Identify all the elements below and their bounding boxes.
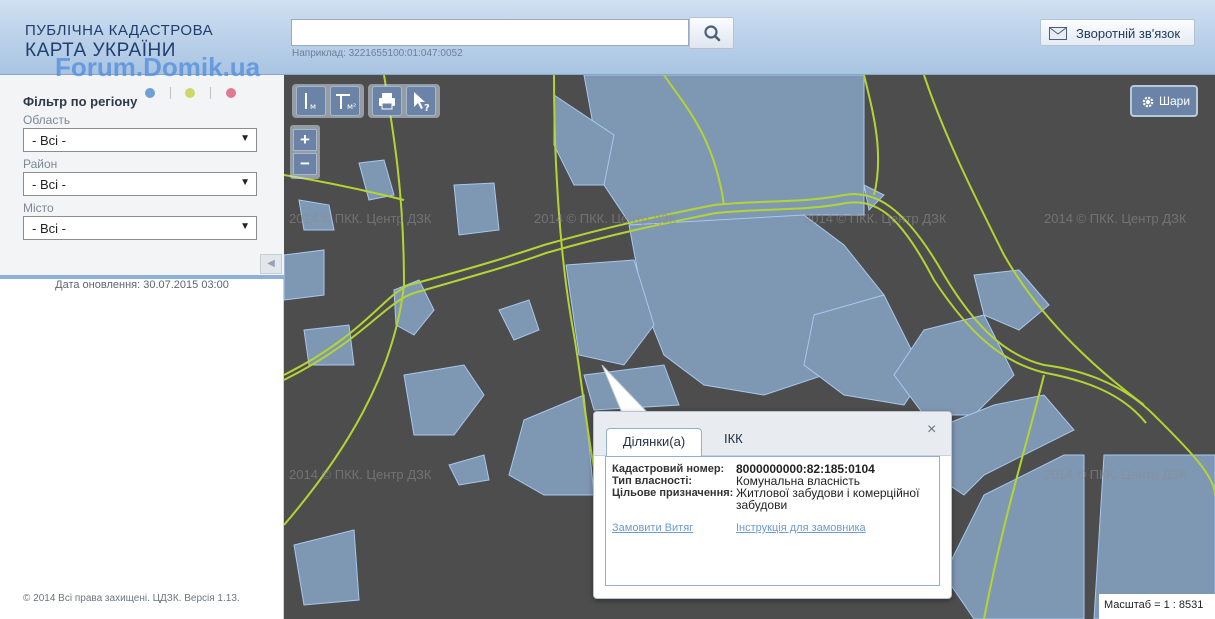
zoom-in-button[interactable]: + [293,129,317,151]
city-label: Місто [23,201,54,215]
city-select-value: - Всі - [32,221,66,236]
sidebar: Фільтр по регіону Область - Всі - ▼ Райо… [0,75,284,619]
search-button[interactable] [689,17,734,49]
zoom-out-button[interactable]: − [293,153,317,175]
separator [170,87,171,99]
order-extract-link[interactable]: Замовити Витяг [612,522,693,534]
attr-value-purpose: Житлової забудови і комерційної забудови [736,486,920,512]
dropdown-arrow-icon: ▼ [240,133,250,144]
update-date: Дата оновлення: 30.07.2015 03:00 [55,279,229,291]
parcel [284,249,325,301]
svg-text:?: ? [424,103,430,114]
district-label: Район [23,157,58,171]
tile-watermark: 2014 © ПКК. Центр ДЗК [289,467,432,482]
region-select-value: - Всі - [32,133,66,148]
region-label: Область [23,113,71,127]
parcel [403,364,485,436]
logo-title-line1[interactable]: ПУБЛІЧНА КАДАСТРОВА [25,22,213,39]
region-filter-panel: Фільтр по регіону Область - Всі - ▼ Райо… [0,75,284,279]
parcel-attributes: Кадастровий номер: 8000000000:82:185:010… [605,456,940,586]
collapse-sidebar-button[interactable]: ◀ [260,254,282,274]
layers-label: Шари [1159,94,1191,108]
measure-distance-button[interactable]: м [296,86,326,116]
cursor-question-icon: ? [414,92,430,114]
feedback-label: Зворотній зв'язок [1076,26,1181,41]
identify-button[interactable]: ? [406,86,436,116]
blue-dot-icon[interactable] [145,88,155,98]
region-select[interactable]: - Всі - ▼ [23,128,257,152]
cadastral-map-app: ПУБЛІЧНА КАДАСТРОВА КАРТА УКРАЇНИ Forum.… [0,0,1215,619]
tile-watermark: 2014 © ПКК. Центр ДЗК [289,211,432,226]
yellow-dot-icon[interactable] [185,88,195,98]
copyright: © 2014 Всі права захищені. ЦДЗК. Версія … [23,593,240,604]
pink-dot-icon[interactable] [226,88,236,98]
parcel [448,454,490,486]
envelope-icon [1049,27,1067,40]
customer-instructions-link[interactable]: Інструкція для замовника [736,522,866,534]
dropdown-arrow-icon: ▼ [240,177,250,188]
tab-ikk[interactable]: ІКК [724,431,743,446]
tile-watermark: 2014 © ПКК. Центр ДЗК [534,211,677,226]
scale-label: Масштаб = 1 : 8531 [1099,594,1215,619]
popup-pointer [601,364,650,414]
layers-button[interactable]: Шари [1130,85,1198,117]
district-select-value: - Всі - [32,177,66,192]
close-icon[interactable]: × [927,421,936,439]
zoom-controls: + − [290,125,320,179]
popup-tabs: Ділянки(а) ІКК × [594,412,951,456]
attr-key-ownership-type: Тип власності: [612,475,693,487]
parcel [893,314,1015,416]
road [284,284,405,526]
tile-watermark: 2014 © ПКК. Центр ДЗК [804,211,947,226]
parcel [508,394,595,496]
dropdown-arrow-icon: ▼ [240,221,250,232]
search-input[interactable] [291,19,689,46]
district-select[interactable]: - Всі - ▼ [23,172,257,196]
filter-title: Фільтр по регіону [23,94,138,109]
ruler-area-icon: м² [336,94,356,111]
search-icon [704,25,721,42]
attr-key-cadastral-number: Кадастровий номер: [612,463,725,475]
printer-icon [379,93,395,110]
tools-toolbar: ? [368,84,440,118]
city-select[interactable]: - Всі - ▼ [23,216,257,240]
forum-watermark: Forum.Domik.ua [55,52,261,82]
measure-toolbar: м м² [292,84,364,118]
tile-watermark: 2014 © ПКК. Центр ДЗК [1044,467,1187,482]
parcel [453,182,500,236]
parcel [498,299,540,341]
gear-icon [1142,96,1154,108]
header: ПУБЛІЧНА КАДАСТРОВА КАРТА УКРАЇНИ Forum.… [0,0,1215,82]
tab-parcels[interactable]: Ділянки(а) [606,428,702,456]
road [863,75,880,196]
attr-key-purpose: Цільове призначення: [612,487,734,499]
print-button[interactable] [372,86,402,116]
parcel [293,529,360,606]
separator [210,87,211,99]
ruler-distance-icon: м [305,93,316,111]
svg-text:м: м [310,102,316,111]
map-canvas[interactable]: 2014 © ПКК. Центр ДЗК 2014 © ПКК. Центр … [284,75,1215,619]
svg-text:м²: м² [347,102,356,111]
tile-watermark: 2014 © ПКК. Центр ДЗК [1044,211,1187,226]
feedback-button[interactable]: Зворотній зв'язок [1040,19,1195,46]
parcel-info-popup: Ділянки(а) ІКК × Кадастровий номер: 8000… [593,411,952,599]
search-hint: Наприклад: 3221655100:01:047:0052 [292,48,463,59]
measure-area-button[interactable]: м² [330,86,360,116]
